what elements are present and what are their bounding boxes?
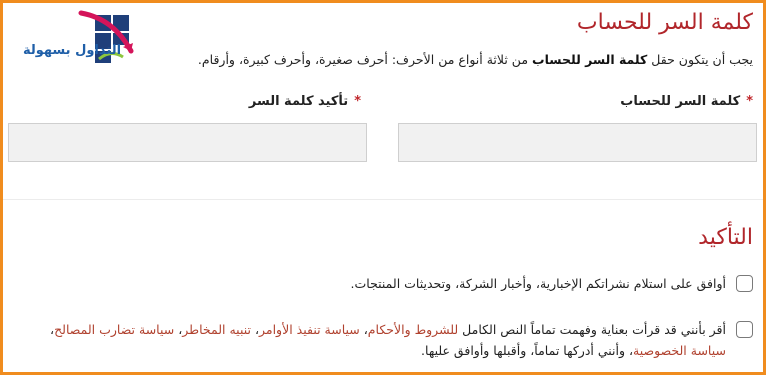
terms-checkbox[interactable] [736,321,753,338]
newsletter-consent-text: أوافق على استلام نشراتكم الإخبارية، وأخب… [350,276,726,291]
required-marker: * [354,94,361,109]
hint-prefix: يجب أن يتكون حقل [651,52,753,67]
confirm-label-text: تأكيد كلمة السر [248,94,349,109]
confirm-password-label: * تأكيد كلمة السر [249,94,361,109]
arrow-chart-logo-icon [78,10,134,63]
password-section-title: كلمة السر للحساب [576,10,753,35]
password-label: * كلمة السر للحساب [620,94,753,109]
newsletter-consent-row: أوافق على استلام نشراتكم الإخبارية، وأخب… [351,273,753,294]
newsletter-checkbox[interactable] [736,275,753,292]
hint-suffix: من ثلاثة أنواع من الأحرف: أحرف صغيرة، وأ… [197,52,529,67]
password-input[interactable] [398,123,757,162]
hint-field-name: كلمة السر للحساب [532,52,648,67]
registration-form-frame: التداول بسهولة كلمة السر للحساب يجب أن ي… [0,0,766,375]
terms-consent-text: أقر بأنني قد قرأت بعناية وفهمت تماماً ال… [50,322,726,358]
required-marker: * [746,94,753,109]
privacy-policy-link[interactable]: سياسة الخصوصية [633,343,726,358]
terms-intro: أقر بأنني قد قرأت بعناية وفهمت تماماً ال… [462,322,726,337]
confirm-password-input[interactable] [8,123,367,162]
section-divider [3,199,763,200]
terms-outro: وأنني أدركها تماماً، وأقبلها وأوافق عليه… [421,343,626,358]
password-hint: يجب أن يتكون حقل كلمة السر للحساب من ثلا… [143,52,753,67]
terms-conditions-link[interactable]: للشروط والأحكام [368,322,458,337]
confirmation-section-title: التأكيد [698,225,753,250]
order-execution-policy-link[interactable]: سياسة تنفيذ الأوامر [259,322,360,337]
brand-logo: التداول بسهولة [11,7,139,69]
logo-text: التداول بسهولة [22,43,122,58]
password-label-text: كلمة السر للحساب [620,94,741,109]
terms-consent-row: أقر بأنني قد قرأت بعناية وفهمت تماماً ال… [26,319,753,361]
conflict-of-interest-link[interactable]: سياسة تضارب المصالح [54,322,174,337]
risk-warning-link[interactable]: تنبيه المخاطر [182,322,251,337]
